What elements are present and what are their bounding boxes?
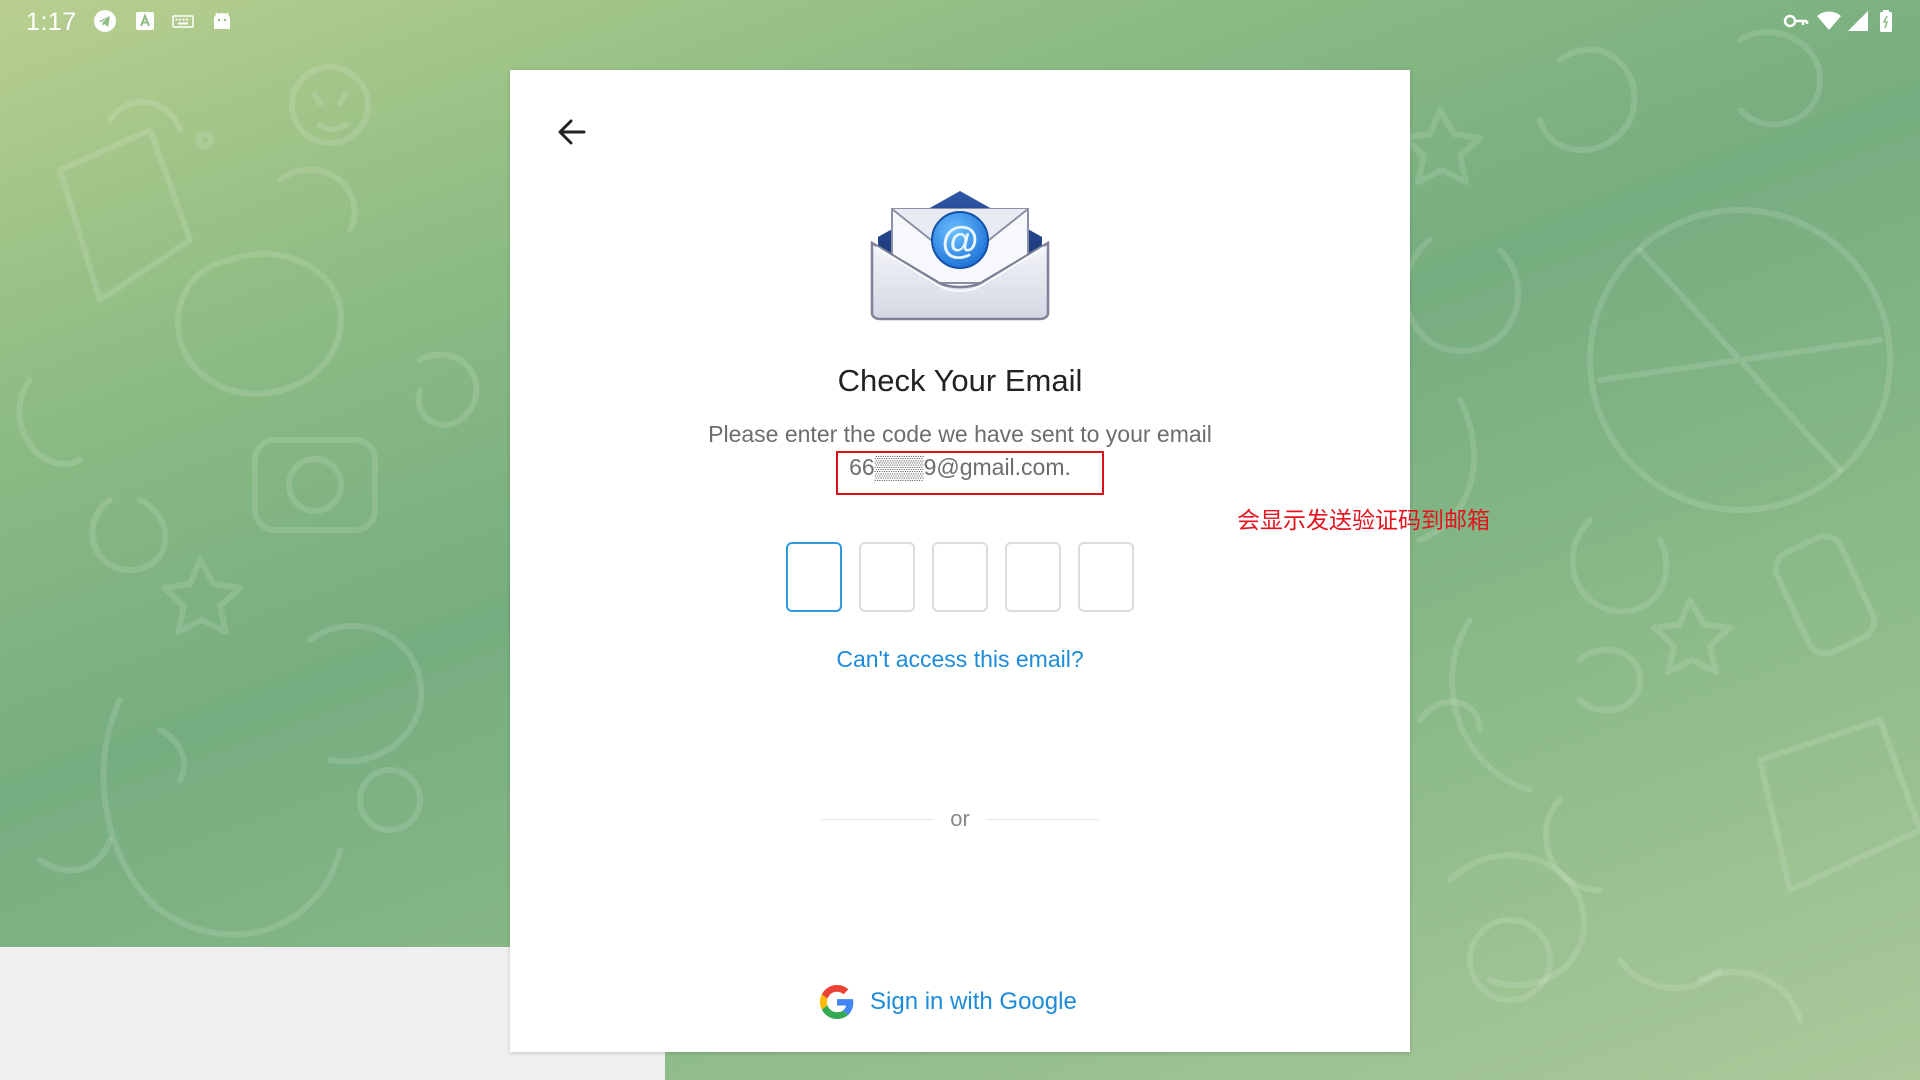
email-envelope-icon: @ xyxy=(870,191,1050,321)
code-digit-4[interactable] xyxy=(1005,542,1061,612)
svg-text:@: @ xyxy=(941,220,978,262)
status-time: 1:17 xyxy=(26,8,77,36)
page-title: Check Your Email xyxy=(837,363,1083,398)
annotation-note: 会显示发送验证码到邮箱 xyxy=(1237,508,1490,534)
instruction-message: Please enter the code we have sent to yo… xyxy=(708,421,1212,447)
vpn-key-icon xyxy=(1783,14,1809,28)
annotation-highlight-box xyxy=(836,451,1104,495)
or-divider: or xyxy=(822,804,1098,834)
battery-icon xyxy=(1880,10,1892,32)
keyboard-icon xyxy=(172,15,194,28)
screen: 1:17 @ Check Your Email Please enter the… xyxy=(0,0,1920,1080)
signal-icon xyxy=(1848,11,1868,31)
code-digit-5[interactable] xyxy=(1078,542,1134,612)
google-button-label: Sign in with Google xyxy=(870,988,1077,1015)
wifi-icon xyxy=(1817,11,1841,30)
code-digit-3[interactable] xyxy=(932,542,988,612)
google-logo-icon xyxy=(820,985,854,1019)
text-icon xyxy=(136,12,154,30)
email-verification-dialog: @ Check Your Email Please enter the code… xyxy=(510,70,1410,1052)
back-button[interactable] xyxy=(542,102,602,162)
sign-in-with-google-button[interactable]: Sign in with Google xyxy=(820,980,1100,1024)
code-digit-1[interactable] xyxy=(786,542,842,612)
telegram-icon xyxy=(94,10,116,32)
divider-text: or xyxy=(950,806,970,831)
cant-access-email-link[interactable]: Can't access this email? xyxy=(510,644,1410,674)
arrow-left-icon xyxy=(558,119,586,145)
status-bar: 1:17 xyxy=(0,0,1920,42)
code-digit-2[interactable] xyxy=(859,542,915,612)
android-icon xyxy=(214,12,230,29)
verification-code-input[interactable] xyxy=(786,542,1138,612)
